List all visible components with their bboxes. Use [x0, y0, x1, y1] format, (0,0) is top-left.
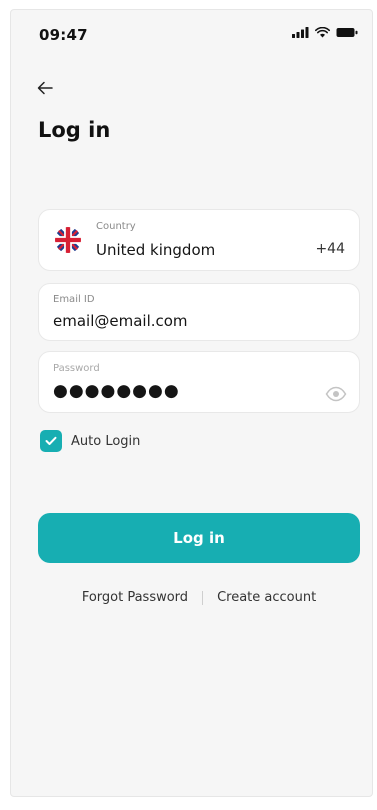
status-bar: 09:47	[11, 10, 372, 64]
account-links: Forgot Password Create account	[38, 590, 360, 605]
password-label: Password	[53, 363, 100, 374]
status-icons	[292, 27, 358, 38]
battery-icon	[336, 28, 358, 37]
password-input[interactable]: ●●●●●●●●	[53, 381, 180, 401]
checkmark-icon	[45, 436, 57, 445]
links-divider	[202, 590, 204, 605]
password-field[interactable]: Password ●●●●●●●●	[38, 351, 360, 413]
country-selector[interactable]: Country United kingdom +44	[38, 209, 360, 271]
email-label: Email ID	[53, 294, 95, 305]
signal-icon	[292, 27, 309, 38]
email-input[interactable]: email@email.com	[53, 312, 188, 330]
country-value: United kingdom	[96, 241, 216, 259]
create-account-link[interactable]: Create account	[217, 590, 316, 605]
arrow-left-icon	[37, 81, 53, 95]
eye-icon[interactable]	[325, 386, 347, 402]
email-field[interactable]: Email ID email@email.com	[38, 283, 360, 341]
auto-login-toggle[interactable]: Auto Login	[40, 430, 140, 452]
forgot-password-link[interactable]: Forgot Password	[82, 590, 188, 605]
country-label: Country	[96, 221, 136, 232]
phone-screen: 09:47 Log in Country United kingdom +44 …	[10, 9, 373, 797]
auto-login-checkbox[interactable]	[40, 430, 62, 452]
uk-flag-icon	[55, 227, 81, 253]
login-button[interactable]: Log in	[38, 513, 360, 563]
status-time: 09:47	[39, 26, 88, 44]
back-button[interactable]	[33, 76, 57, 100]
dial-code: +44	[315, 241, 345, 257]
auto-login-label: Auto Login	[71, 433, 141, 449]
wifi-icon	[315, 27, 330, 38]
page-title: Log in	[38, 118, 111, 142]
